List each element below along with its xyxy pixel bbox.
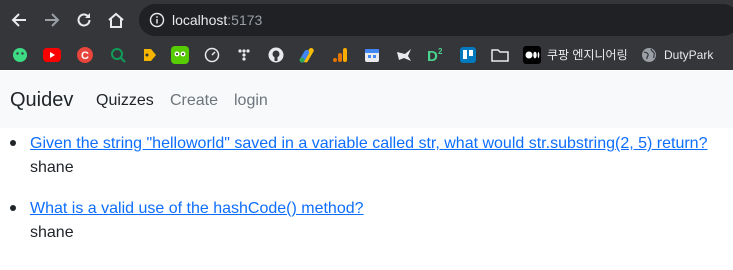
browser-toolbar: localhost:5173 [0, 0, 733, 40]
url-host: localhost [172, 12, 228, 28]
url-port: :5173 [227, 12, 263, 28]
back-button[interactable] [8, 9, 30, 31]
forward-arrow-icon [45, 13, 60, 27]
url-text: localhost:5173 [172, 12, 262, 28]
analytics-icon[interactable] [331, 46, 349, 64]
svg-text:2: 2 [438, 47, 443, 56]
green-search-icon[interactable] [109, 46, 127, 64]
folder-icon[interactable] [491, 46, 509, 64]
bookmark-dutypark-label[interactable]: DutyPark [664, 47, 713, 63]
list-item: What is a valid use of the hashCode() me… [0, 196, 733, 246]
globe-icon[interactable] [640, 46, 658, 64]
calendar-icon[interactable] [363, 46, 381, 64]
quiz-author: shane [30, 224, 74, 241]
google-ads-icon[interactable] [299, 46, 317, 64]
svg-text:D: D [427, 48, 438, 63]
tistory-icon[interactable] [235, 46, 253, 64]
forward-button[interactable] [41, 9, 63, 31]
back-arrow-icon [11, 13, 26, 27]
svg-text:C: C [81, 50, 89, 62]
c-logo-icon[interactable]: C [76, 46, 94, 64]
home-icon [108, 12, 124, 28]
nav-link-login[interactable]: login [234, 90, 268, 112]
bookmarks-bar: C D2 쿠팡 엔지니어링 DutyPark [0, 40, 733, 70]
info-icon[interactable] [149, 12, 165, 28]
list-item: Given the string "helloworld" saved in a… [0, 131, 733, 181]
duolingo-icon[interactable] [171, 46, 189, 64]
app-navbar: Quidev Quizzes Create login [0, 71, 733, 128]
speedometer-icon[interactable] [203, 46, 221, 64]
bullet-icon [10, 205, 16, 211]
home-button[interactable] [105, 9, 127, 31]
coupang-medium-icon[interactable] [523, 46, 541, 64]
quiz-title-link[interactable]: Given the string "helloworld" saved in a… [30, 133, 707, 155]
brand-logo[interactable]: Quidev [10, 87, 73, 113]
bookmark-coupang-label[interactable]: 쿠팡 엔지니어링 [547, 47, 628, 63]
quiz-author: shane [30, 159, 74, 176]
bullet-icon [10, 140, 16, 146]
youtube-icon[interactable] [43, 46, 61, 64]
quiz-title-link[interactable]: What is a valid use of the hashCode() me… [30, 198, 364, 220]
trello-icon[interactable] [459, 46, 477, 64]
address-bar[interactable]: localhost:5173 [139, 4, 733, 36]
bird-icon[interactable] [395, 46, 413, 64]
nav-link-quizzes[interactable]: Quizzes [96, 90, 154, 112]
green-app-icon[interactable] [11, 46, 29, 64]
reload-icon [77, 13, 91, 27]
nav-link-create[interactable]: Create [170, 90, 218, 112]
reload-button[interactable] [73, 9, 95, 31]
github-icon[interactable] [267, 46, 285, 64]
d2-icon[interactable]: D2 [427, 46, 445, 64]
tag-icon[interactable] [141, 46, 159, 64]
